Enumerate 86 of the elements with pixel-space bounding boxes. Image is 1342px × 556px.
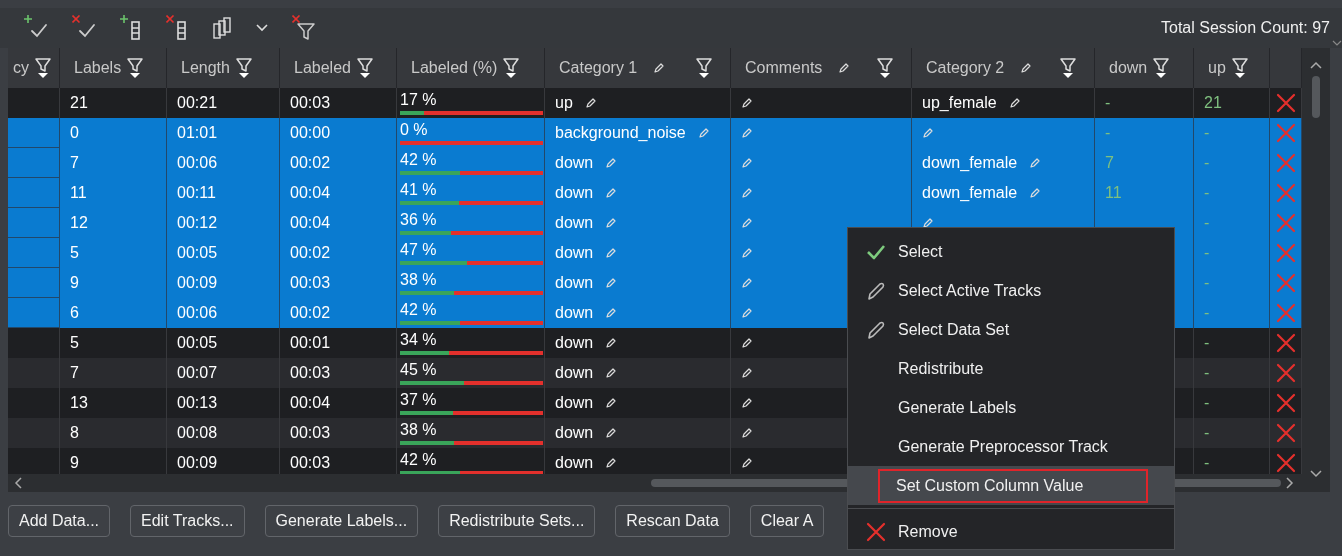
table-cell: 00:09 [177, 274, 218, 292]
table-cell: 00:05 [177, 334, 218, 352]
table-cell: background_noise [555, 124, 686, 142]
table-cell: 17 % [400, 91, 437, 109]
table-cell: 5 [70, 334, 79, 352]
table-cell: - [1204, 424, 1210, 442]
table-cell: down_female [922, 184, 1018, 202]
table-cell: down [555, 154, 594, 172]
table-cell: 47 % [400, 241, 437, 259]
table-cell: 01:01 [177, 124, 218, 142]
table-cell: 11 [70, 184, 87, 202]
table-cell: down [555, 184, 594, 202]
table-cell: - [1204, 304, 1210, 322]
table-cell: 00:04 [290, 214, 331, 232]
table-cell: - [1204, 454, 1210, 472]
table-cell: 7 [1105, 154, 1114, 172]
table-cell: down_female [922, 154, 1018, 172]
table-cell: 9 [70, 274, 79, 292]
table-cell: 41 % [400, 181, 437, 199]
table-cell: - [1204, 214, 1210, 232]
table-cell: 36 % [400, 211, 437, 229]
table-cell: down [555, 244, 594, 262]
table-cell: 00:06 [177, 154, 218, 172]
table-cell: - [1204, 184, 1210, 202]
table-cell: - [1204, 274, 1210, 292]
table-cell: 7 [70, 154, 79, 172]
table-cell: 00:01 [290, 334, 331, 352]
table-cell: - [1204, 334, 1210, 352]
table-cell: down [555, 304, 594, 322]
table-cell: - [1204, 154, 1210, 172]
table-cell: 12 [70, 214, 88, 232]
table-cell: 45 % [400, 361, 437, 379]
table-cell: 00:09 [177, 454, 218, 472]
table-cell: 00:07 [177, 364, 218, 382]
table-cell: down [555, 424, 594, 442]
table-cell: 5 [70, 244, 79, 262]
table-cell: 13 [70, 394, 88, 412]
table-cell: - [1105, 124, 1111, 142]
table-cell: down [555, 334, 594, 352]
table-cell: 21 [70, 94, 88, 112]
table-cell: 00:13 [177, 394, 218, 412]
table-cell: 00:03 [290, 454, 331, 472]
table-cell: - [1204, 124, 1210, 142]
table-cell: 37 % [400, 391, 437, 409]
table-cell: 9 [70, 454, 79, 472]
session-count: Total Session Count: 97 [1161, 19, 1330, 37]
table-cell: - [1105, 94, 1111, 112]
table-cell: down [555, 214, 594, 232]
table-cell: 38 % [400, 421, 437, 439]
table-cell: 0 % [400, 121, 428, 139]
table-cell: 00:05 [177, 244, 218, 262]
table-cell: 00:00 [290, 124, 331, 142]
table-cell: 00:03 [290, 94, 331, 112]
table-cell: down [555, 364, 594, 382]
table-cell: 00:06 [177, 304, 218, 322]
table-cell: - [1204, 364, 1210, 382]
table-cell: 42 % [400, 301, 437, 319]
table-cell: - [1204, 394, 1210, 412]
table-cell: 00:02 [290, 304, 331, 322]
table-cell: - [1204, 244, 1210, 262]
table-cell: 34 % [400, 331, 437, 349]
table-cell: 7 [70, 364, 79, 382]
table-cell: 00:04 [290, 394, 331, 412]
table-cell: 38 % [400, 271, 437, 289]
table-cell: up [555, 94, 573, 112]
table-cell: down [555, 274, 594, 292]
table-cell: 11 [1105, 184, 1122, 202]
table-cell: 00:21 [177, 94, 218, 112]
table-cell: 00:02 [290, 154, 331, 172]
table-cell: 00:03 [290, 364, 331, 382]
table-cell: 00:08 [177, 424, 218, 442]
table-cell: 00:12 [177, 214, 218, 232]
table-cell: 00:03 [290, 274, 331, 292]
table-cell: down [555, 454, 594, 472]
table-cell: 8 [70, 424, 79, 442]
table-cell: 00:03 [290, 424, 331, 442]
table-cell: 00:04 [290, 184, 331, 202]
table-cell: 42 % [400, 151, 437, 169]
table-cell: 0 [70, 124, 79, 142]
table-cell: up_female [922, 94, 997, 112]
table-cell: 6 [70, 304, 79, 322]
table-cell: down [555, 394, 594, 412]
table-cell: 21 [1204, 94, 1222, 112]
table-cell: 00:02 [290, 244, 331, 262]
table-cell: 00:11 [177, 184, 216, 202]
table-cell: 42 % [400, 451, 437, 469]
